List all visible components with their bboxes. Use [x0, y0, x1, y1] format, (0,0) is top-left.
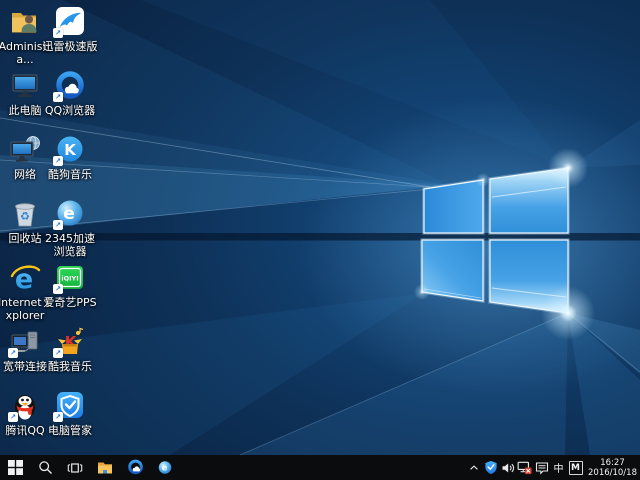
tray-volume[interactable] [499, 455, 516, 480]
desktop-icon-kuwo[interactable]: K ↗ 酷我音乐 [42, 326, 98, 374]
iqiyi-pps-icon: iQIYI ↗ [53, 262, 87, 294]
shortcut-arrow-icon: ↗ [53, 156, 63, 166]
desktop[interactable]: Administra... 此电脑 网络 [0, 0, 640, 480]
desktop-icon-label: 迅雷极速版 [42, 41, 98, 54]
svg-text:e: e [162, 463, 168, 473]
qq-browser-taskbar-button[interactable] [120, 455, 150, 480]
system-tray: 中 M 16:27 2016/10/18 [465, 455, 640, 480]
internet-explorer-icon: e [8, 262, 42, 294]
taskbar: e [0, 455, 640, 480]
tray-chevron-button[interactable] [465, 455, 482, 480]
file-explorer-icon [97, 461, 113, 475]
desktop-icon-label: 2345加速浏览器 [42, 233, 98, 258]
shortcut-arrow-icon: ↗ [8, 412, 18, 422]
desktop-icon-2345-browser[interactable]: e ↗ 2345加速浏览器 [42, 198, 98, 258]
desktop-icon-label: 酷我音乐 [42, 361, 98, 374]
tray-ime-language[interactable]: 中 [550, 455, 567, 480]
qq-penguin-icon: ↗ [8, 390, 42, 422]
desktop-icon-iqiyi[interactable]: iQIYI ↗ 爱奇艺PPS [42, 262, 98, 310]
clock-time: 16:27 [588, 458, 637, 468]
2345-browser-taskbar-button[interactable]: e [150, 455, 180, 480]
tray-clock[interactable]: 16:27 2016/10/18 [588, 458, 637, 478]
file-explorer-button[interactable] [90, 455, 120, 480]
clock-date: 2016/10/18 [588, 468, 637, 478]
task-view-icon [67, 461, 83, 475]
desktop-icon-kugou[interactable]: K ↗ 酷狗音乐 [42, 134, 98, 182]
svg-text:K: K [64, 141, 77, 159]
shortcut-arrow-icon: ↗ [53, 284, 63, 294]
svg-text:iQIYI: iQIYI [61, 275, 78, 283]
taskbar-left: e [0, 455, 180, 480]
ime-mode-indicator: M [569, 461, 583, 475]
2345-browser-icon: e [157, 460, 173, 476]
chevron-up-icon [468, 462, 480, 474]
tray-ime-mode[interactable]: M [567, 455, 584, 480]
xunlei-bird-icon: ↗ [53, 6, 87, 38]
kugou-music-icon: K ↗ [53, 134, 87, 166]
shortcut-arrow-icon: ↗ [53, 412, 63, 422]
shortcut-arrow-icon: ↗ [53, 92, 63, 102]
desktop-icon-label: 爱奇艺PPS [42, 297, 98, 310]
desktop-icon-qq-browser[interactable]: ↗ QQ浏览器 [42, 70, 98, 118]
user-folder-icon [8, 6, 42, 38]
svg-text:e: e [63, 204, 75, 224]
svg-text:♻: ♻ [20, 210, 30, 223]
tray-action-center[interactable] [533, 455, 550, 480]
start-button[interactable] [0, 455, 30, 480]
desktop-icon-label: QQ浏览器 [42, 105, 98, 118]
shortcut-arrow-icon: ↗ [53, 220, 63, 230]
recycle-bin-icon: ♻ [8, 198, 42, 230]
pc-manager-shield-icon: ↗ [53, 390, 87, 422]
desktop-icon-pc-manager[interactable]: ↗ 电脑管家 [42, 390, 98, 438]
tray-pc-manager[interactable] [482, 455, 499, 480]
windows-logo-icon [8, 460, 23, 475]
shortcut-arrow-icon: ↗ [53, 348, 63, 358]
kuwo-music-icon: K ↗ [53, 326, 87, 358]
action-center-icon [535, 461, 549, 475]
desktop-icon-xunlei[interactable]: ↗ 迅雷极速版 [42, 6, 98, 54]
shortcut-arrow-icon: ↗ [53, 28, 63, 38]
shortcut-arrow-icon: ↗ [8, 348, 18, 358]
search-button[interactable] [30, 455, 60, 480]
2345-browser-icon: e ↗ [53, 198, 87, 230]
task-view-button[interactable] [60, 455, 90, 480]
search-icon [38, 460, 53, 475]
shield-icon [484, 460, 498, 475]
network-icon [8, 134, 42, 166]
qq-browser-icon [127, 459, 144, 476]
network-disconnected-icon [517, 460, 532, 475]
desktop-icon-label: 酷狗音乐 [42, 169, 98, 182]
desktop-icon-label: 电脑管家 [42, 425, 98, 438]
speaker-icon [501, 461, 515, 475]
tray-network[interactable] [516, 455, 533, 480]
this-pc-icon [8, 70, 42, 102]
broadband-connection-icon: ↗ [8, 326, 42, 358]
ime-language-indicator: 中 [554, 460, 564, 475]
qq-browser-icon: ↗ [53, 70, 87, 102]
